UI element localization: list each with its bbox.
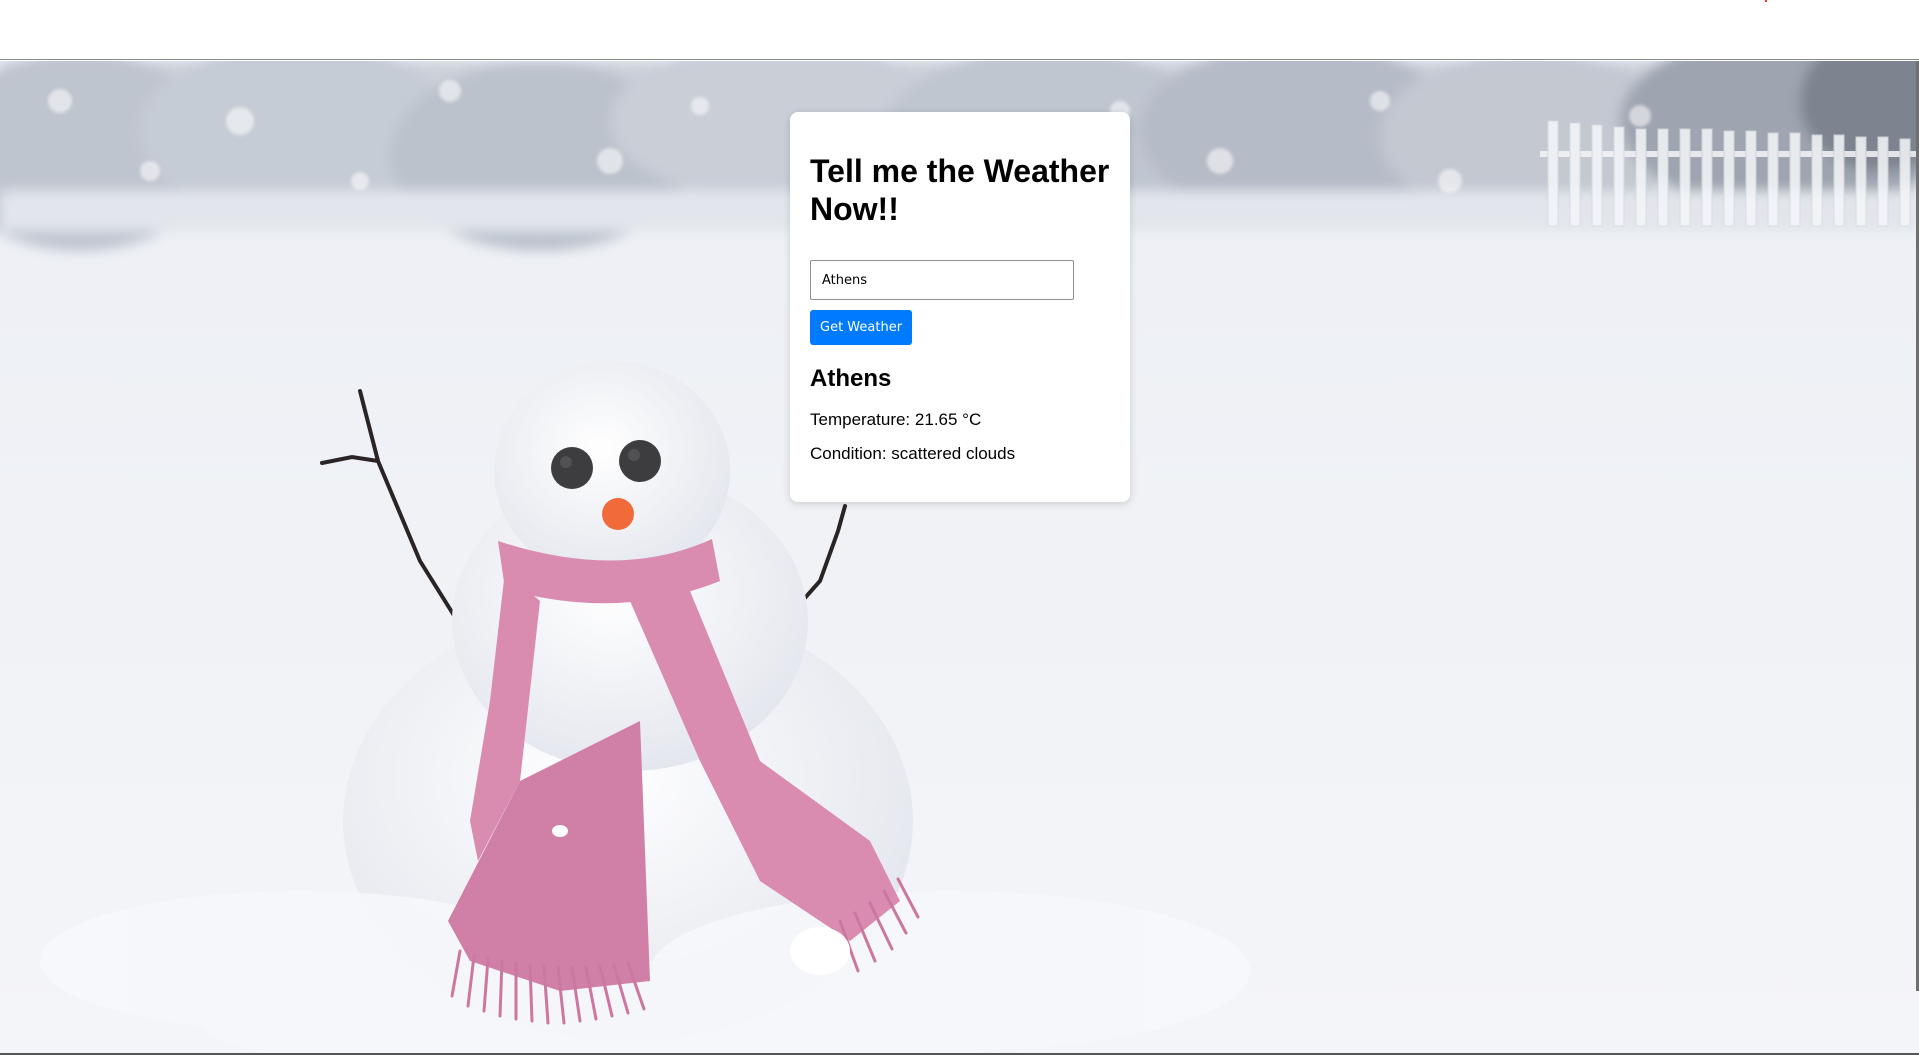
top-bar-marker bbox=[1765, 0, 1767, 2]
temperature-line: Temperature: 21.65 °C bbox=[810, 411, 1110, 429]
result-city: Athens bbox=[810, 365, 892, 392]
condition-value: scattered clouds bbox=[891, 444, 1016, 463]
city-input[interactable] bbox=[810, 260, 1074, 300]
temperature-value: 21.65 °C bbox=[914, 410, 982, 429]
temperature-label: Temperature: bbox=[810, 410, 911, 429]
weather-card: Tell me the Weather Now!! Get Weather At… bbox=[790, 112, 1130, 502]
condition-line: Condition: scattered clouds bbox=[810, 445, 1110, 463]
top-bar bbox=[0, 0, 1919, 60]
condition-label: Condition: bbox=[810, 444, 887, 463]
get-weather-button[interactable]: Get Weather bbox=[810, 310, 913, 345]
page-title: Tell me the Weather Now!! bbox=[810, 153, 1110, 227]
